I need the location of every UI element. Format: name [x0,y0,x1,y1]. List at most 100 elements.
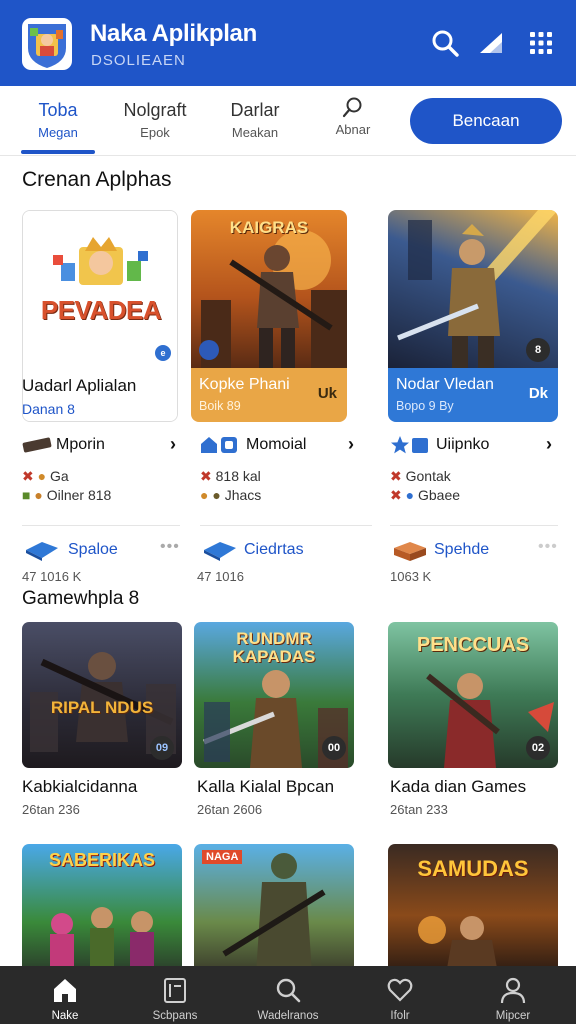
tag-icon: ✖ [22,468,34,484]
search-icon[interactable] [430,28,460,58]
featured-card-caption: Nodar Vledan Bopo 9 By Dk [388,368,558,422]
game-subtitle: 26tan 2606 [197,802,263,817]
feature-meta-text: Gontak [405,468,451,484]
featured-card-subtitle: Bopo 9 By [396,399,454,413]
feature-label: Momoial [246,436,307,453]
feature-row[interactable]: Momoial › [200,432,360,458]
tab-sublabel: Epok [140,125,170,140]
feature-meta: ✖ ● Ga [22,468,69,485]
divider [22,525,180,526]
coin-icon: ● [34,487,43,503]
game-card[interactable]: RUNDMR KAPADAS 00 [194,622,354,768]
signal-icon[interactable] [476,28,506,58]
chevron-right-icon[interactable]: › [170,434,176,455]
featured-card-title[interactable]: Uadarl Aplialan [22,376,136,396]
featured-card[interactable]: KAIGRAS Kopke Phani Boik 89 Uk [191,210,347,422]
feature-label: Mporin [56,436,105,453]
feature-meta: ■ ● Oilner 818 [22,487,111,503]
game-logo-text: RIPAL NDUS [50,698,154,717]
game-title[interactable]: Kabkialcidanna [22,777,137,797]
game-card[interactable]: SABERIKAS [22,844,182,974]
feature-meta-text: 818 kal [215,468,261,484]
box-icon [394,542,426,561]
tab-label: Nolgraft [123,100,187,120]
tab-label: Darlar [230,100,280,120]
app-logo[interactable] [22,18,72,70]
nav-label: Wadelranos [257,1010,319,1022]
card-badge: e [155,345,171,361]
feature-meta-text: Oilner 818 [46,487,112,503]
game-title[interactable]: Kada dian Games [390,777,526,797]
game-logo-text: RUNDMR KAPADAS [232,629,316,666]
tab-label: Toba [38,100,78,120]
tab-darlar[interactable]: Darlar Meakan [214,86,296,156]
feature-meta-text: Gbaee [417,487,461,503]
coin-icon: ● [200,487,209,503]
bottom-navigation: Nake Scbpans Wadelranos Ifolr Mipcer [0,966,576,1024]
controller-icon [26,542,58,561]
nav-item-search[interactable]: Wadelranos [233,966,343,1024]
nav-item-favorites[interactable]: Ifolr [345,966,455,1024]
game-title[interactable]: Kalla Kialal Bpcan [197,777,334,797]
nav-label: Mipcer [495,1010,531,1022]
tab-nolgraft[interactable]: Nolgraft Epok [112,86,198,156]
profile-icon [500,977,526,1004]
feature-row[interactable]: Uiipnko › [390,432,558,458]
game-logo-text: PEVADEA [40,295,162,325]
home-icon [54,979,76,1002]
grid-menu-icon[interactable] [526,28,556,58]
game-logo-text: SAMUDAS [417,856,529,881]
game-badge: 00 [322,736,346,760]
nav-item-profile[interactable]: Mipcer [458,966,568,1024]
search-icon [276,978,301,1003]
featured-card-title: Kopke Phani [199,376,290,393]
heart-icon [387,978,413,1002]
game-card[interactable]: RIPAL NDUS 09 [22,622,182,768]
chevron-right-icon[interactable]: › [546,434,552,455]
controller-icon [204,542,236,561]
category-item[interactable]: Spaloe ••• [22,536,182,566]
category-item[interactable]: Ciedrtas [200,536,372,566]
active-tab-indicator [21,150,95,154]
more-icon[interactable]: ••• [160,538,180,556]
game-card[interactable]: SAMUDAS [388,844,558,974]
app-subtitle: DSOLIEAEN [91,52,186,69]
game-card[interactable]: NAGA [194,844,354,974]
game-subtitle: 26tan 233 [390,802,448,817]
category-label: Ciedrtas [244,541,304,558]
featured-section-title: Crenan Aplphas [22,168,172,191]
nav-item-library[interactable]: Scbpans [120,966,230,1024]
chevron-right-icon[interactable]: › [348,434,354,455]
nav-item-home[interactable]: Nake [10,966,120,1024]
featured-card-subtitle: Boik 89 [199,399,241,413]
feature-label: Uiipnko [436,436,490,453]
featured-card[interactable]: 8 Nodar Vledan Bopo 9 By Dk [388,210,558,422]
featured-card-tag: Uk [317,385,337,402]
app-header: Naka Aplikplan DSOLIEAEN [0,0,576,86]
game-card[interactable]: PENCCUAS 02 [388,622,558,768]
featured-card-art: PEVADEA e [23,211,177,369]
primary-action-button[interactable]: Bencaan [410,98,562,144]
tag-icon: ✖ [390,487,402,503]
tab-search[interactable]: Abnar [318,86,388,156]
featured-card-subtitle: Danan 8 [22,401,75,417]
game-logo-text: NAGA [202,850,243,864]
tag-icon: ✖ [390,468,402,484]
more-icon[interactable]: ••• [538,538,558,556]
tab-toba[interactable]: Toba Megan [21,86,95,156]
tab-sublabel: Abnar [335,122,371,137]
app-title: Naka Aplikplan [90,20,257,47]
feature-meta: ✖ ● Gbaee [390,487,460,504]
coin-icon: ● [37,468,47,484]
nav-label: Ifolr [390,1010,410,1022]
featured-card-tag: Dk [528,385,548,402]
featured-card-title: Nodar Vledan [396,376,494,393]
feature-meta-text: Jhacs [224,487,262,503]
card-badge: 8 [526,338,550,362]
category-count: 47 1016 K [22,569,82,584]
category-item[interactable]: Spehde ••• [390,536,558,566]
feature-row[interactable]: Mporin › [22,432,182,458]
home-icon [201,437,237,453]
category-count: 1063 K [390,569,432,584]
category-label: Spaloe [68,541,118,558]
